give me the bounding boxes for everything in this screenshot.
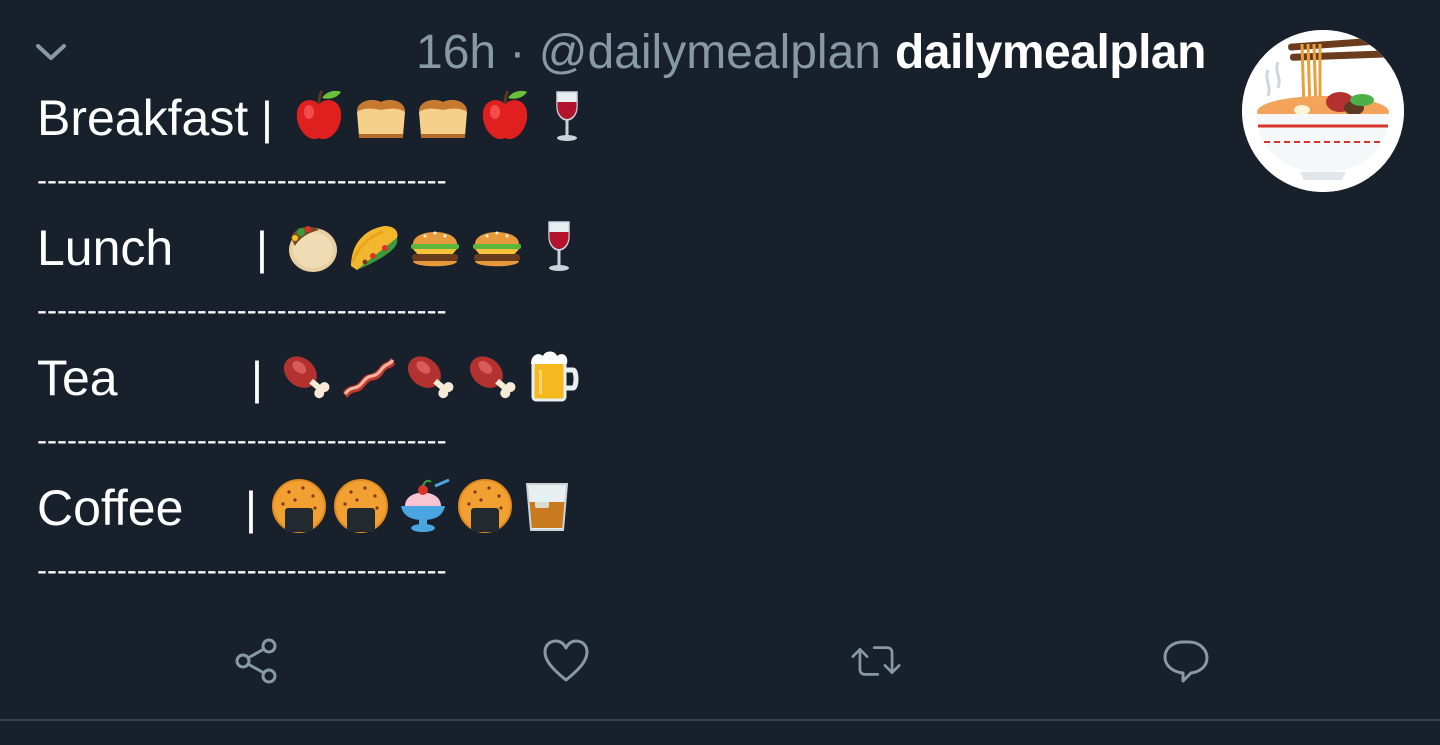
dash-separator: ----------------------------------------… [37, 556, 447, 586]
pipe-separator: | [261, 92, 273, 144]
rice-cracker-icon [455, 476, 515, 536]
hamburger-icon [467, 216, 527, 276]
bacon-icon [337, 346, 397, 406]
tweet-card[interactable]: 16h · @dailymealplan dailymealplan Break… [0, 0, 1440, 745]
tweet-header: 16h · @dailymealplan dailymealplan [416, 20, 1226, 84]
taco-icon [343, 216, 403, 276]
share-icon [235, 638, 277, 684]
ramen-bowl-icon [1242, 30, 1404, 192]
dash-separator: ----------------------------------------… [37, 426, 447, 456]
meat-on-bone-icon [461, 346, 521, 406]
like-heart-icon [543, 639, 589, 682]
meal-label: Breakfast [37, 90, 249, 146]
retweet-icon [851, 646, 901, 676]
display-name[interactable]: dailymealplan [895, 25, 1206, 80]
pipe-separator: | [245, 482, 257, 534]
pipe-separator: | [256, 222, 268, 274]
meat-on-bone-icon [275, 346, 335, 406]
reply-button[interactable] [1161, 636, 1211, 686]
emoji-group [275, 346, 583, 408]
chevron-down-icon[interactable] [34, 40, 68, 66]
dash-separator: ----------------------------------------… [37, 166, 447, 196]
rice-cracker-icon [269, 476, 329, 536]
timestamp-and-handle[interactable]: 16h · @dailymealplan [416, 25, 881, 80]
dash-separator: ----------------------------------------… [37, 296, 447, 326]
rice-cracker-icon [331, 476, 391, 536]
avatar[interactable] [1242, 30, 1404, 192]
emoji-group [269, 476, 577, 538]
retweet-button[interactable] [851, 636, 901, 686]
hamburger-icon [405, 216, 465, 276]
wine-glass-icon [537, 86, 597, 146]
beer-mug-icon [523, 346, 583, 406]
apple-icon [475, 86, 535, 146]
meal-row-breakfast: Breakfast | ----------------------------… [37, 84, 597, 214]
meat-on-bone-icon [399, 346, 459, 406]
emoji-group [289, 86, 597, 148]
share-button[interactable] [231, 636, 281, 686]
meal-row-tea: Tea | ----------------------------------… [37, 344, 597, 474]
stuffed-flatbread-icon [281, 216, 341, 276]
tumbler-glass-icon [517, 476, 577, 536]
meal-label: Lunch [37, 220, 174, 276]
meal-label: Coffee [37, 480, 184, 536]
apple-icon [289, 86, 349, 146]
meal-label: Tea [37, 350, 118, 406]
tweet-actions [0, 636, 1440, 688]
pipe-separator: | [251, 352, 263, 404]
emoji-group [281, 216, 589, 278]
bread-icon [351, 86, 411, 146]
reply-icon [1163, 640, 1209, 683]
shaved-ice-icon [393, 476, 453, 536]
meal-row-coffee: Coffee | -------------------------------… [37, 474, 597, 604]
tweet-body: Breakfast | ----------------------------… [37, 84, 597, 604]
meal-row-lunch: Lunch | --------------------------------… [37, 214, 597, 344]
like-button[interactable] [541, 636, 591, 686]
wine-glass-icon [529, 216, 589, 276]
divider [0, 719, 1440, 721]
bread-icon [413, 86, 473, 146]
